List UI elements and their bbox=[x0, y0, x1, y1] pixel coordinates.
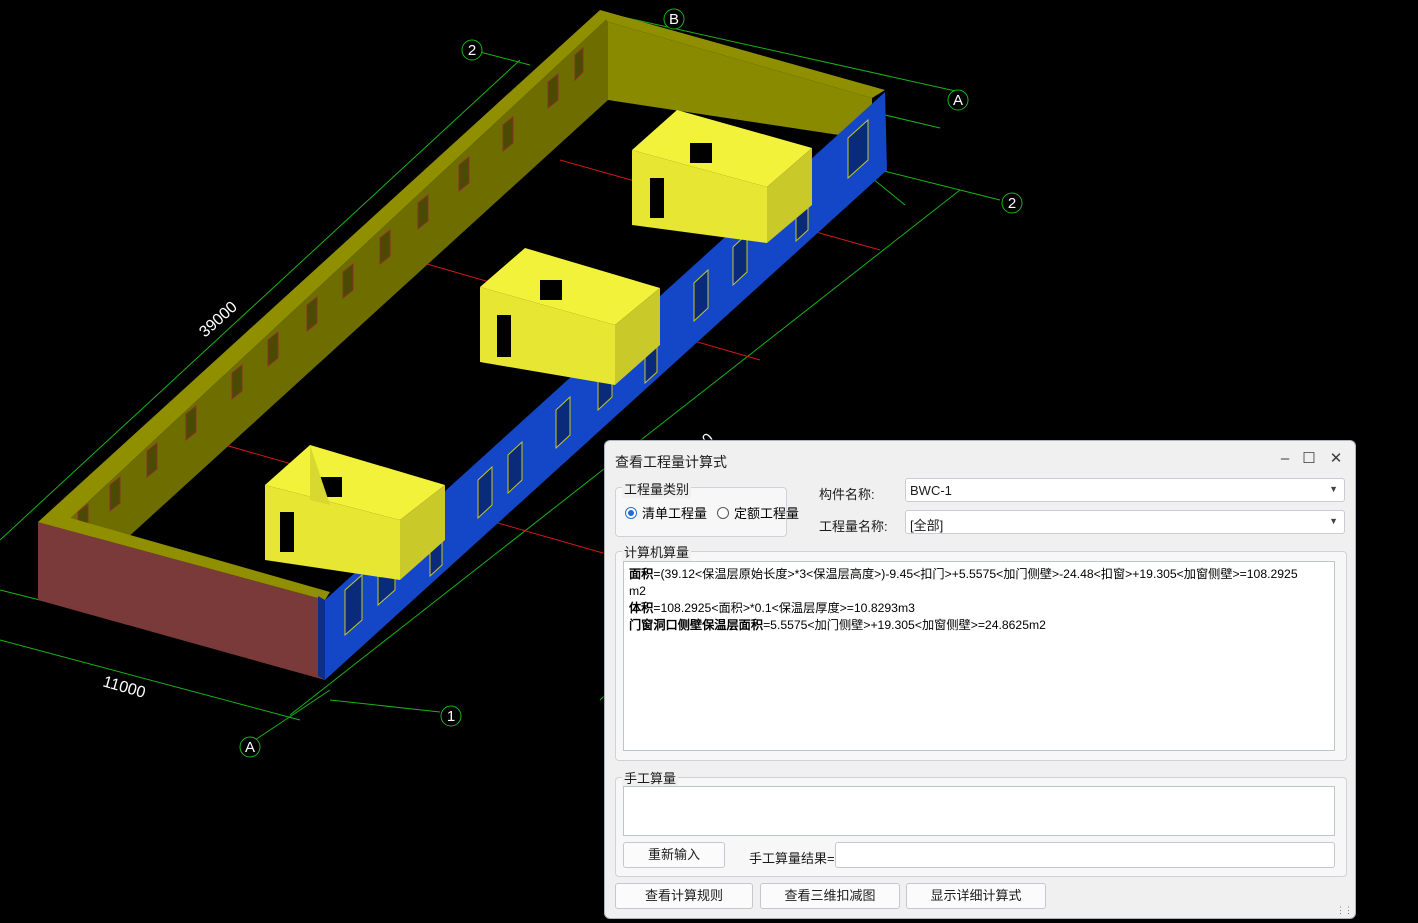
inner-room-3 bbox=[632, 110, 812, 243]
radio-quota-label: 定额工程量 bbox=[734, 506, 800, 521]
grid-bubble-2-right: 2 bbox=[1001, 192, 1023, 214]
component-name-select[interactable]: BWC-1 ▼ bbox=[905, 478, 1345, 502]
svg-text:A: A bbox=[953, 92, 963, 109]
reinput-button[interactable]: 重新输入 bbox=[623, 842, 725, 868]
grid-bubble-a-right: A bbox=[947, 89, 969, 111]
svg-text:B: B bbox=[669, 11, 679, 28]
quantity-name-value: [全部] bbox=[910, 518, 944, 533]
svg-text:1: 1 bbox=[447, 708, 455, 725]
chevron-down-icon: ▼ bbox=[1329, 516, 1338, 526]
manual-calc-legend: 手工算量 bbox=[622, 768, 679, 787]
svg-text:A: A bbox=[245, 739, 255, 756]
radio-quota-quantity[interactable]: 定额工程量 bbox=[717, 503, 799, 522]
quantity-formula-dialog: 查看工程量计算式 – ☐ ✕ 工程量类别 清单工程量 定额工程量 构件名称: B… bbox=[604, 440, 1356, 919]
grid-bubble-1-bottom: 1 bbox=[440, 705, 462, 727]
grid-bubble-b-top: B bbox=[663, 8, 685, 30]
svg-text:2: 2 bbox=[1008, 195, 1016, 212]
dialog-titlebar[interactable]: 查看工程量计算式 – ☐ ✕ bbox=[605, 441, 1355, 477]
svg-text:2: 2 bbox=[468, 42, 476, 59]
view-3d-deduction-button[interactable]: 查看三维扣减图 bbox=[760, 883, 900, 909]
radio-unselected-icon bbox=[717, 506, 729, 519]
component-name-value: BWC-1 bbox=[910, 483, 952, 498]
inner-room-1 bbox=[265, 445, 445, 580]
radio-bill-label: 清单工程量 bbox=[642, 506, 708, 521]
manual-calc-textarea[interactable] bbox=[623, 786, 1335, 836]
computer-calc-legend: 计算机算量 bbox=[622, 542, 692, 561]
close-icon[interactable]: ✕ bbox=[1326, 450, 1346, 468]
calc-line-area-unit: m2 bbox=[629, 584, 646, 598]
chevron-down-icon: ▼ bbox=[1329, 484, 1338, 494]
calc-line-volume: 体积=108.2925<面积>*0.1<保温层厚度>=10.8293m3 bbox=[629, 601, 915, 615]
resize-grip-icon[interactable]: ⋮⋮ bbox=[1336, 905, 1353, 916]
view-calc-rules-button[interactable]: 查看计算规则 bbox=[615, 883, 753, 909]
outer-wall-short-top bbox=[600, 10, 885, 140]
radio-bill-quantity[interactable]: 清单工程量 bbox=[625, 503, 707, 522]
quantity-category-legend: 工程量类别 bbox=[622, 479, 692, 498]
maximize-icon[interactable]: ☐ bbox=[1299, 450, 1319, 468]
inner-room-2 bbox=[480, 248, 660, 385]
grid-bubble-a-bottom: A bbox=[239, 736, 261, 758]
radio-selected-icon bbox=[625, 506, 637, 519]
dimension-length: 39000 bbox=[196, 299, 241, 341]
manual-result-label: 手工算量结果= bbox=[749, 851, 835, 866]
manual-result-input[interactable] bbox=[835, 842, 1335, 868]
dialog-title: 查看工程量计算式 bbox=[615, 454, 727, 470]
computer-calc-textarea[interactable]: 面积=(39.12<保温层原始长度>*3<保温层高度>)-9.45<扣门>+5.… bbox=[623, 561, 1335, 751]
grid-bubble-2-top: 2 bbox=[461, 39, 483, 61]
quantity-name-select[interactable]: [全部] ▼ bbox=[905, 510, 1345, 534]
minimize-icon[interactable]: – bbox=[1275, 450, 1295, 468]
show-detailed-formula-button[interactable]: 显示详细计算式 bbox=[906, 883, 1046, 909]
component-name-label: 构件名称: bbox=[819, 487, 875, 502]
calc-line-area: 面积=(39.12<保温层原始长度>*3<保温层高度>)-9.45<扣门>+5.… bbox=[629, 567, 1298, 581]
quantity-name-label: 工程量名称: bbox=[819, 519, 888, 534]
calc-formula-text: 面积=(39.12<保温层原始长度>*3<保温层高度>)-9.45<扣门>+5.… bbox=[629, 566, 1329, 634]
calc-line-opening-side: 门窗洞口侧壁保温层面积=5.5575<加门侧壁>+19.305<加窗侧壁>=24… bbox=[629, 618, 1046, 632]
